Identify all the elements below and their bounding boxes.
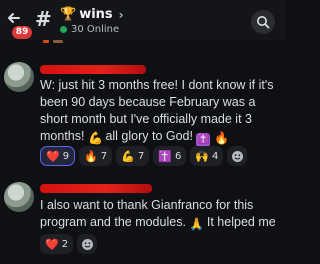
reaction-count: 9 <box>62 150 70 162</box>
search-button[interactable] <box>251 10 275 34</box>
search-icon <box>257 16 270 29</box>
add-reaction-button[interactable] <box>77 234 98 254</box>
reaction-fire[interactable]: 🔥 7 <box>79 146 113 166</box>
message-text: W: just hit 3 months free! I dont know i… <box>40 78 274 147</box>
heart-emoji: ❤️ <box>45 237 59 251</box>
reaction-bar: ❤️ 2 <box>40 234 98 254</box>
reaction-heart[interactable]: ❤️ 9 <box>40 146 76 166</box>
online-status: 30 Online <box>60 24 119 35</box>
channel-header: 89 # 🏆 wins › 30 Online <box>0 0 285 40</box>
heart-emoji: ❤️ <box>46 149 60 163</box>
redacted-username <box>40 184 152 193</box>
fire-emoji: 🔥 <box>84 149 98 163</box>
reaction-bar: ❤️ 9 🔥 7 💪 7 ✝️ 6 🙌 4 <box>40 146 248 166</box>
add-reaction-button[interactable] <box>227 146 248 166</box>
reaction-count: 4 <box>212 150 219 162</box>
channel-title[interactable]: 🏆 wins › <box>60 7 124 22</box>
reaction-heart[interactable]: ❤️ 2 <box>40 234 74 254</box>
reaction-count: 7 <box>137 150 145 162</box>
online-count: 30 Online <box>71 24 120 35</box>
flexed-biceps-emoji: 💪 <box>121 149 135 163</box>
reaction-raised-hands[interactable]: 🙌 4 <box>190 146 224 166</box>
reaction-count: 6 <box>174 150 182 162</box>
trophy-icon: 🏆 <box>60 7 77 22</box>
reaction-count: 2 <box>61 238 69 250</box>
reaction-biceps[interactable]: 💪 7 <box>116 146 150 166</box>
avatar[interactable] <box>4 62 34 92</box>
chevron-right-icon: › <box>118 7 124 22</box>
smiley-plus-icon <box>231 150 243 162</box>
channel-name: wins <box>79 7 113 22</box>
channel-hash-icon: # <box>35 7 52 31</box>
folded-hands-emoji: 🙏 <box>189 217 205 231</box>
online-dot-icon <box>60 26 67 33</box>
reaction-count: 7 <box>100 150 108 162</box>
reaction-cross[interactable]: ✝️ 6 <box>153 146 187 166</box>
latin-cross-emoji: ✝️ <box>158 149 172 163</box>
redacted-username <box>40 65 146 74</box>
raised-hands-emoji: 🙌 <box>195 149 210 163</box>
unread-badge: 89 <box>12 26 32 39</box>
flexed-biceps-emoji: 💪 <box>87 131 103 145</box>
previous-message-reactions-sliver <box>43 40 83 46</box>
smiley-plus-icon <box>81 238 93 250</box>
avatar[interactable] <box>4 182 34 212</box>
latin-cross-emoji: ✝️ <box>196 133 211 147</box>
fire-emoji: 🔥 <box>213 131 229 145</box>
arrow-left-icon[interactable] <box>6 10 22 26</box>
